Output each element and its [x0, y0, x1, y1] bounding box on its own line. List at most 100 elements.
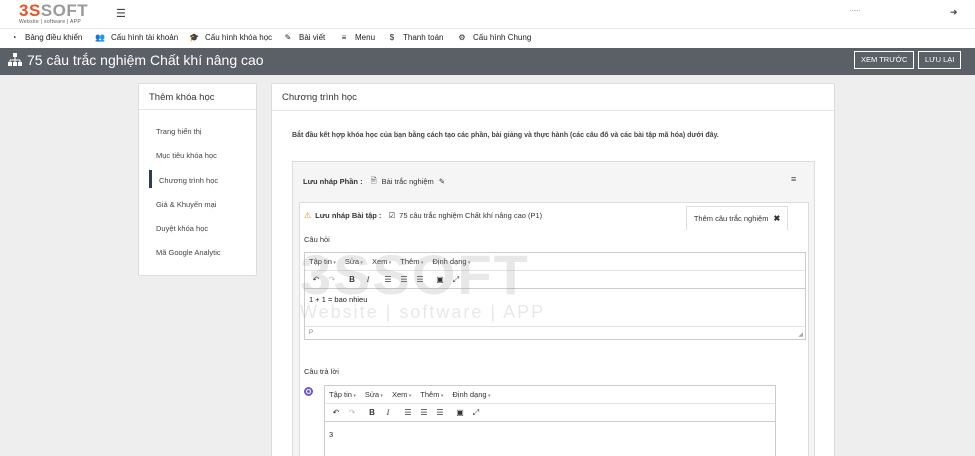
resize-handle-icon[interactable]: ◢ — [798, 331, 803, 338]
menu-file[interactable]: Tập tin — [329, 390, 356, 399]
align-left-icon[interactable]: ☰ — [381, 273, 395, 287]
section-menu-icon[interactable]: ≡ — [791, 174, 796, 184]
nav-item-payment[interactable]: $ Thanh toán — [387, 33, 444, 42]
nav-item-menu[interactable]: ≡ Menu — [339, 33, 375, 42]
menu-view[interactable]: Xem — [392, 390, 411, 399]
answer-content[interactable]: 3 — [325, 422, 775, 445]
menu-file[interactable]: Tập tin — [309, 257, 336, 266]
sidebar-item-curriculum[interactable]: Chương trình học — [159, 176, 218, 185]
nav-item-label: Bảng điều khiển — [25, 33, 83, 42]
nav-item-label: Menu — [355, 33, 376, 42]
lecture-card: ⚠ Lưu nháp Bài tập : ☑ 75 câu trắc nghiệ… — [299, 202, 809, 456]
users-icon: 👥 — [95, 33, 105, 42]
section-header: Lưu nháp Phần : 🗎 Bài trắc nghiệm ✎ — [303, 175, 445, 188]
nav-item-general-config[interactable]: ⚙ Cấu hình Chung — [457, 33, 531, 42]
fullscreen-icon[interactable]: ⤢ — [449, 273, 463, 287]
menu-format[interactable]: Định dạng — [432, 257, 470, 266]
section-card: Lưu nháp Phần : 🗎 Bài trắc nghiệm ✎ ≡ ⚠ … — [292, 161, 815, 456]
lecture-name: 75 câu trắc nghiệm Chất khí nâng cao (P1… — [399, 211, 543, 220]
page-title: 75 câu trắc nghiệm Chất khí nâng cao — [27, 52, 264, 68]
dashboard-icon: ◔ — [11, 33, 17, 42]
undo-icon[interactable]: ↶ — [329, 406, 343, 420]
fullscreen-icon[interactable]: ⤢ — [469, 406, 483, 420]
redo-icon[interactable]: ↷ — [325, 273, 339, 287]
file-icon: 🗎 — [370, 176, 377, 185]
logo-wordmark: 3SSOFT — [19, 1, 89, 20]
top-header: 3SSOFT Website | software | APP ☰ ......… — [0, 0, 975, 28]
preview-button[interactable]: XEM TRƯỚC — [854, 51, 915, 69]
question-editor[interactable]: Tập tin Sửa Xem Thêm Định dạng ↶ ↷ B I ☰… — [304, 252, 806, 340]
menu-edit[interactable]: Sửa — [345, 257, 363, 266]
sidebar-item-review-course[interactable]: Duyệt khóa học — [156, 224, 208, 233]
sitemap-icon — [8, 53, 22, 70]
hamburger-menu-icon[interactable]: ☰ — [116, 7, 126, 20]
nav-item-label: Cấu hình tài khoản — [111, 33, 179, 42]
editor-menubar: Tập tin Sửa Xem Thêm Định dạng — [305, 253, 805, 271]
image-icon[interactable]: ▣ — [433, 273, 447, 287]
sidebar-item-price-promo[interactable]: Giá & Khuyến mại — [156, 200, 216, 209]
close-icon[interactable]: ✖ — [773, 214, 780, 223]
nav-item-label: Bài viết — [299, 33, 326, 42]
editor-menubar: Tập tin Sửa Xem Thêm Định dạng — [325, 386, 775, 404]
answer-editor[interactable]: Tập tin Sửa Xem Thêm Định dạng ↶ ↷ B I ☰… — [324, 385, 776, 456]
add-question-tab[interactable]: Thêm câu trắc nghiệm ✖ — [686, 206, 788, 230]
logo[interactable]: 3SSOFT Website | software | APP — [19, 1, 99, 25]
redo-icon[interactable]: ↷ — [345, 406, 359, 420]
checkbox-icon: ☑ — [388, 211, 396, 220]
save-button[interactable]: LƯU LẠI — [918, 51, 962, 69]
menu-insert[interactable]: Thêm — [420, 390, 443, 399]
editor-statusbar: P — [305, 326, 805, 339]
lecture-draft-label: Lưu nháp Bài tập : — [315, 211, 382, 220]
logout-icon[interactable]: ➜ — [950, 7, 958, 18]
active-indicator — [149, 170, 152, 188]
sidebar-item-display-page[interactable]: Trang hiển thị — [156, 127, 202, 136]
dollar-icon: $ — [389, 33, 395, 42]
italic-icon[interactable]: I — [381, 406, 395, 420]
warning-icon: ⚠ — [304, 211, 312, 220]
align-right-icon[interactable]: ☰ — [433, 406, 447, 420]
main-navbar: ◔ Bảng điều khiển 👥 Cấu hình tài khoản 🎓… — [0, 28, 975, 48]
lecture-header: ⚠ Lưu nháp Bài tập : ☑ 75 câu trắc nghiệ… — [304, 211, 542, 220]
page-titlebar: 75 câu trắc nghiệm Chất khí nâng cao XEM… — [0, 48, 975, 75]
answer-radio[interactable] — [304, 387, 313, 396]
element-path: P — [309, 330, 314, 336]
user-name[interactable]: ...... — [850, 7, 860, 13]
pencil-icon[interactable]: ✎ — [439, 177, 445, 186]
add-question-label: Thêm câu trắc nghiệm — [693, 214, 769, 223]
editor-toolbar: ↶ ↷ B I ☰ ☰ ☰ ▣ ⤢ — [325, 404, 775, 422]
undo-icon[interactable]: ↶ — [309, 273, 323, 287]
question-content[interactable]: 1 + 1 = bao nhieu — [305, 289, 805, 310]
align-center-icon[interactable]: ☰ — [397, 273, 411, 287]
answer-label: Câu trả lời — [304, 367, 339, 376]
intro-text: Bắt đầu kết hợp khóa học của bạn bằng cá… — [292, 132, 719, 139]
nav-item-posts[interactable]: ✎ Bài viết — [283, 33, 326, 42]
nav-item-label: Thanh toán — [403, 33, 444, 42]
bold-icon[interactable]: B — [345, 273, 359, 287]
image-icon[interactable]: ▣ — [453, 406, 467, 420]
editor-toolbar: ↶ ↷ B I ☰ ☰ ☰ ▣ ⤢ — [305, 271, 805, 289]
menu-edit[interactable]: Sửa — [365, 390, 383, 399]
nav-item-dashboard[interactable]: ◔ Bảng điều khiển — [9, 33, 83, 42]
align-left-icon[interactable]: ☰ — [401, 406, 415, 420]
nav-item-course-config[interactable]: 🎓 Cấu hình khóa học — [189, 33, 272, 42]
section-draft-label: Lưu nháp Phần : — [303, 177, 363, 186]
sidebar-title: Thêm khóa học — [139, 84, 256, 110]
sidebar-item-google-analytic[interactable]: Mã Google Analytic — [156, 248, 221, 257]
nav-item-label: Cấu hình Chung — [473, 33, 532, 42]
menu-format[interactable]: Định dạng — [452, 390, 490, 399]
curriculum-panel: Chương trình học Bắt đầu kết hợp khóa họ… — [271, 83, 835, 456]
bold-icon[interactable]: B — [365, 406, 379, 420]
nav-item-account-config[interactable]: 👥 Cấu hình tài khoản — [95, 33, 178, 42]
gear-icon: ⚙ — [458, 33, 466, 42]
italic-icon[interactable]: I — [361, 273, 375, 287]
course-sidebar: Thêm khóa học Trang hiển thị Mục tiêu kh… — [138, 83, 257, 276]
edit-icon: ✎ — [284, 33, 292, 42]
menu-insert[interactable]: Thêm — [400, 257, 423, 266]
align-center-icon[interactable]: ☰ — [417, 406, 431, 420]
menu-view[interactable]: Xem — [372, 257, 391, 266]
section-name: Bài trắc nghiệm — [381, 177, 434, 186]
sidebar-item-course-goals[interactable]: Mục tiêu khóa học — [156, 151, 217, 160]
align-right-icon[interactable]: ☰ — [413, 273, 427, 287]
graduation-cap-icon: 🎓 — [189, 33, 199, 42]
question-label: Câu hỏi — [304, 235, 330, 244]
